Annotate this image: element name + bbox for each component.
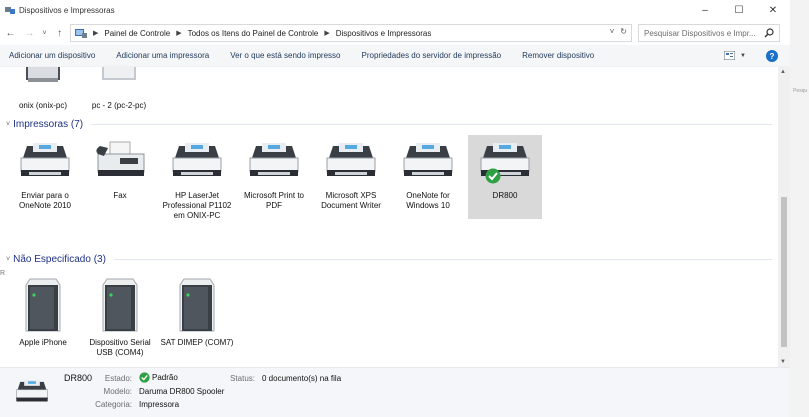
device-tile-sat-dimep[interactable]: SAT DIMEP (COM7)	[160, 272, 234, 348]
printer-tile-dr800[interactable]: DR800	[468, 135, 542, 219]
close-button[interactable]: ✕	[756, 0, 790, 20]
vertical-scrollbar[interactable]: ▲ ▼	[778, 67, 790, 367]
collapse-chevron-icon[interactable]: ˅	[6, 121, 10, 128]
scroll-up-icon[interactable]: ▲	[780, 69, 786, 75]
print-server-properties-button[interactable]: Propriedades do servidor de impressão	[362, 51, 502, 60]
breadcrumb-separator-icon: ▶	[324, 30, 330, 37]
printer-icon	[237, 135, 311, 191]
add-device-button[interactable]: Adicionar um dispositivo	[9, 51, 95, 60]
title-bar: Dispositivos e Impressoras – ☐ ✕	[0, 0, 790, 20]
tower-icon	[160, 272, 234, 338]
control-panel-icon	[75, 28, 87, 38]
default-check-icon	[485, 168, 501, 184]
computer-icon	[82, 67, 156, 101]
unspecified-group-header[interactable]: ˅ Não Especificado (3)	[6, 254, 772, 265]
printer-tile-onenote-2010[interactable]: Enviar para o OneNote 2010	[8, 135, 82, 211]
computer-icon	[6, 67, 80, 101]
address-bar[interactable]: ▶ Painel de Controle ▶ Todos os Itens do…	[70, 24, 632, 42]
background-window-edge: Pesqu	[790, 0, 809, 417]
maximize-button[interactable]: ☐	[722, 0, 756, 20]
printer-icon	[16, 379, 48, 402]
address-dropdown-icon[interactable]: ˅	[610, 27, 615, 36]
add-printer-button[interactable]: Adicionar uma impressora	[116, 51, 209, 60]
help-icon[interactable]: ?	[766, 50, 778, 62]
up-arrow-icon[interactable]: ↑	[53, 28, 66, 39]
breadcrumb-item-painel[interactable]: Painel de Controle	[104, 29, 170, 38]
modelo-value: Daruma DR800 Spooler	[139, 387, 225, 396]
scroll-down-icon[interactable]: ▼	[780, 359, 786, 365]
printer-label: OneNote for Windows 10	[406, 191, 450, 210]
printer-tile-print-to-pdf[interactable]: Microsoft Print to PDF	[237, 135, 311, 211]
view-dropdown-icon[interactable]: ▼	[740, 53, 746, 59]
printer-label: Enviar para o OneNote 2010	[18, 191, 72, 210]
background-text-left: R	[0, 270, 6, 277]
printer-label: Fax	[113, 191, 127, 200]
status-label: Status:	[230, 374, 255, 383]
printer-label: DR800	[492, 191, 518, 200]
printer-icon	[8, 135, 82, 191]
see-whats-printing-button[interactable]: Ver o que está sendo impresso	[230, 51, 340, 60]
device-label: SAT DIMEP (COM7)	[160, 338, 234, 347]
device-label: Dispositivo Serial USB (COM4)	[89, 338, 151, 357]
modelo-label: Modelo:	[103, 387, 132, 396]
device-tile-pc2[interactable]: pc - 2 (pc-2-pc)	[82, 67, 156, 111]
collapse-chevron-icon[interactable]: ˅	[6, 256, 10, 263]
status-value: 0 documento(s) na fila	[262, 374, 342, 383]
tower-icon	[83, 272, 157, 338]
background-text: Pesqu	[793, 88, 808, 94]
group-title: Não Especificado (3)	[13, 254, 106, 265]
search-input[interactable]: Pesquisar Dispositivos e Impr...	[638, 24, 780, 42]
search-icon[interactable]	[764, 28, 774, 38]
address-row: ← → ˅ ↑ ▶ Painel de Controle ▶ Todos os …	[0, 22, 790, 44]
group-title: Impressoras (7)	[13, 119, 84, 130]
forward-arrow-icon[interactable]: →	[23, 28, 36, 39]
refresh-icon[interactable]: ↻	[620, 27, 627, 36]
printer-tile-hp-laserjet[interactable]: HP LaserJet Professional P1102 em ONIX-P…	[160, 135, 234, 221]
printer-icon	[314, 135, 388, 191]
printer-tile-xps-writer[interactable]: Microsoft XPS Document Writer	[314, 135, 388, 211]
categoria-label: Categoria:	[95, 400, 132, 409]
search-placeholder: Pesquisar Dispositivos e Impr...	[644, 28, 756, 38]
estado-text: Padrão	[152, 373, 178, 382]
printer-label: Microsoft Print to PDF	[243, 191, 304, 210]
scrollbar-thumb[interactable]	[781, 197, 787, 347]
estado-label: Estado:	[104, 374, 132, 383]
breadcrumb-separator-icon: ▶	[176, 30, 182, 37]
fax-icon	[83, 135, 157, 191]
command-bar: Adicionar um dispositivo Adicionar uma i…	[0, 45, 790, 67]
printer-icon	[160, 135, 234, 191]
back-arrow-icon[interactable]: ←	[4, 28, 17, 39]
printer-icon	[468, 135, 542, 191]
group-divider	[113, 259, 772, 260]
device-label: pc - 2 (pc-2-pc)	[91, 101, 147, 110]
device-tile-onix[interactable]: onix (onix-pc)	[6, 67, 80, 111]
minimize-button[interactable]: –	[688, 0, 722, 20]
printer-icon	[391, 135, 465, 191]
breadcrumb-item-todos[interactable]: Todos os Itens do Painel de Controle	[188, 29, 319, 38]
categoria-value: Impressora	[139, 400, 180, 409]
group-divider	[91, 124, 772, 125]
details-pane: DR800 Estado: Padrão Status: 0 documento…	[0, 367, 790, 417]
device-tile-apple-iphone[interactable]: Apple iPhone	[6, 272, 80, 348]
printers-group-header[interactable]: ˅ Impressoras (7)	[6, 119, 772, 130]
recent-locations-chevron-icon[interactable]: ˅	[38, 30, 51, 37]
device-tile-serial-usb[interactable]: Dispositivo Serial USB (COM4)	[83, 272, 157, 358]
window-title: Dispositivos e Impressoras	[19, 5, 115, 15]
devices-content: onix (onix-pc) pc - 2 (pc-2-pc) ˅ Impres…	[0, 67, 778, 367]
device-label: onix (onix-pc)	[18, 101, 67, 110]
estado-value: Padrão	[139, 372, 178, 383]
tower-icon	[6, 272, 80, 338]
breadcrumb-item-dispositivos[interactable]: Dispositivos e Impressoras	[336, 29, 432, 38]
default-check-icon	[139, 372, 150, 383]
change-view-icon[interactable]	[724, 51, 736, 60]
remove-device-button[interactable]: Remover dispositivo	[522, 51, 594, 60]
device-label: Apple iPhone	[19, 338, 67, 347]
breadcrumb-separator-icon: ▶	[93, 30, 99, 37]
printer-label: Microsoft XPS Document Writer	[321, 191, 381, 210]
printer-label: HP LaserJet Professional P1102 em ONIX-P…	[162, 191, 232, 220]
printer-tile-fax[interactable]: Fax	[83, 135, 157, 201]
devices-printers-app-icon	[5, 7, 15, 14]
printer-tile-onenote-win10[interactable]: OneNote for Windows 10	[391, 135, 465, 211]
